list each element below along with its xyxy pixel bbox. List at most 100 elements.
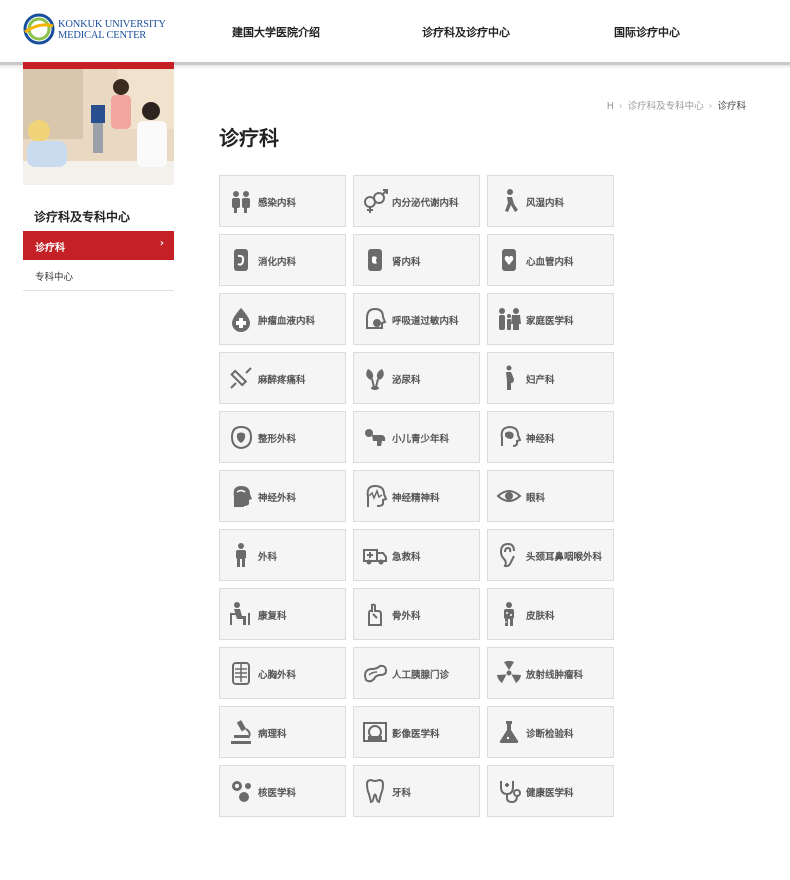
pancreas-icon [363, 664, 388, 683]
department-tile[interactable]: 头颈耳鼻咽喉外科 [487, 529, 614, 581]
scanner-icon [363, 722, 387, 742]
department-tile[interactable]: 康复科 [219, 588, 346, 640]
department-tile[interactable]: 核医学科 [219, 765, 346, 817]
department-label: 内分泌代谢内科 [392, 198, 459, 209]
department-label: 病理科 [258, 729, 287, 740]
department-tile[interactable]: 整形外科 [219, 411, 346, 463]
department-label: 康复科 [258, 611, 287, 622]
department-label: 头颈耳鼻咽喉外科 [526, 552, 603, 563]
breadcrumb: H › 诊疗科及专科中心 › 诊疗科 [607, 98, 746, 112]
department-tile[interactable]: 泌尿科 [353, 352, 480, 404]
department-tile[interactable]: 妇产科 [487, 352, 614, 404]
department-tile[interactable]: 小儿青少年科 [353, 411, 480, 463]
department-label: 呼吸道过敏内科 [392, 316, 459, 327]
department-tile[interactable]: 麻醉疼痛科 [219, 352, 346, 404]
sidebar-item-departments[interactable]: 诊疗科 › [23, 231, 174, 260]
department-label: 肾内科 [392, 257, 421, 268]
department-tile[interactable]: 外科 [219, 529, 346, 581]
department-tile[interactable]: 心血管内科 [487, 234, 614, 286]
department-label: 影像医学科 [392, 729, 440, 740]
department-label: 外科 [258, 552, 278, 563]
chest-icon [232, 662, 250, 685]
department-tile[interactable]: 消化内科 [219, 234, 346, 286]
department-label: 急救科 [392, 552, 421, 563]
department-tile[interactable]: 心胸外科 [219, 647, 346, 699]
department-label: 家庭医学科 [526, 316, 574, 327]
breadcrumb-current: 诊疗科 [717, 101, 746, 112]
department-tile[interactable]: 急救科 [353, 529, 480, 581]
eye-icon [496, 490, 522, 502]
breadcrumb-separator: › [618, 101, 623, 112]
department-label: 妇产科 [526, 375, 555, 386]
family-icon [499, 308, 521, 330]
department-label: 皮肤科 [526, 611, 555, 622]
header: KONKUK UNIVERSITY MEDICAL CENTER 建国大学医院介… [0, 0, 790, 62]
sidebar-title: 诊疗科及专科中心 [34, 210, 131, 224]
department-tile[interactable]: 皮肤科 [487, 588, 614, 640]
department-label: 小儿青少年科 [392, 434, 450, 445]
department-tile[interactable]: 呼吸道过敏内科 [353, 293, 480, 345]
department-tile[interactable]: 牙科 [353, 765, 480, 817]
urinary-icon [366, 369, 384, 390]
brain-profile-icon [500, 425, 522, 447]
department-tile[interactable]: 神经外科 [219, 470, 346, 522]
department-tile[interactable]: 影像医学科 [353, 706, 480, 758]
baby-icon [365, 429, 386, 446]
skin-icon [504, 602, 514, 626]
heart-icon [502, 249, 516, 271]
surgeon-icon [236, 543, 246, 567]
department-label: 牙科 [392, 788, 412, 799]
ear-icon [499, 542, 515, 568]
page-title: 诊疗科 [219, 126, 279, 150]
nav-international[interactable]: 国际诊疗中心 [614, 24, 680, 40]
sidebar-photo [23, 69, 174, 185]
sidebar-item-label: 诊疗科 [35, 243, 65, 254]
bone-hand-icon [368, 603, 382, 626]
stethoscope-icon [500, 781, 521, 804]
nav-departments[interactable]: 诊疗科及诊疗中心 [422, 24, 510, 40]
sidebar-item-specialty-centers[interactable]: 专科中心 [23, 261, 174, 291]
department-label: 眼科 [526, 493, 546, 504]
department-tile[interactable]: 眼科 [487, 470, 614, 522]
department-tile[interactable]: 内分泌代谢内科 [353, 175, 480, 227]
tooth-icon [365, 778, 385, 804]
pregnant-icon [506, 365, 514, 390]
respiratory-icon [366, 307, 387, 329]
department-tile[interactable]: 神经科 [487, 411, 614, 463]
nav-about[interactable]: 建国大学医院介绍 [232, 24, 320, 40]
department-tile[interactable]: 骨外科 [353, 588, 480, 640]
department-tile[interactable]: 肿瘤血液内科 [219, 293, 346, 345]
kidney-icon [368, 249, 382, 271]
department-label: 健康医学科 [526, 788, 574, 799]
flask-icon [499, 721, 519, 743]
department-label: 核医学科 [258, 788, 297, 799]
department-label: 泌尿科 [392, 375, 421, 386]
department-tile[interactable]: 肾内科 [353, 234, 480, 286]
department-label: 感染内科 [258, 198, 297, 209]
department-label: 诊断检验科 [526, 729, 574, 740]
department-tile[interactable]: 诊断检验科 [487, 706, 614, 758]
department-tile[interactable]: 病理科 [219, 706, 346, 758]
department-tile[interactable]: 人工胰腺门诊 [353, 647, 480, 699]
department-tile[interactable]: 家庭医学科 [487, 293, 614, 345]
department-label: 神经精神科 [392, 493, 440, 504]
stomach-icon [234, 249, 248, 271]
head-icon [233, 486, 252, 507]
department-tile[interactable]: 放射线肿瘤科 [487, 647, 614, 699]
sidebar-accent-bar [23, 62, 174, 69]
breadcrumb-item[interactable]: 诊疗科及专科中心 [628, 101, 704, 112]
department-tile[interactable]: 健康医学科 [487, 765, 614, 817]
nuclear-icon [232, 781, 251, 802]
department-label: 麻醉疼痛科 [258, 375, 306, 386]
department-tile[interactable]: 感染内科 [219, 175, 346, 227]
department-tile[interactable]: 风湿内科 [487, 175, 614, 227]
radiation-icon [497, 660, 521, 683]
breadcrumb-home[interactable]: H [607, 101, 614, 112]
breadcrumb-separator: › [708, 101, 713, 112]
chevron-right-icon: › [159, 238, 164, 249]
department-tile[interactable]: 神经精神科 [353, 470, 480, 522]
microscope-icon [231, 720, 251, 744]
logo[interactable]: KONKUK UNIVERSITY MEDICAL CENTER [22, 12, 166, 46]
rehab-icon [230, 602, 250, 625]
department-label: 肿瘤血液内科 [258, 316, 316, 327]
